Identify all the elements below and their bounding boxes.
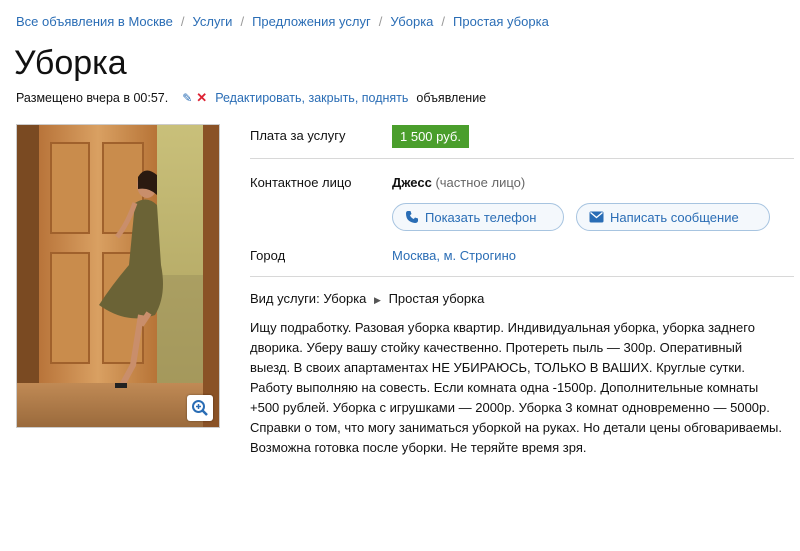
zoom-icon[interactable] <box>187 395 213 421</box>
breadcrumb: Все объявления в Москве / Услуги / Предложен… <box>16 14 549 29</box>
listing-photo[interactable] <box>16 124 220 428</box>
contact-person-name: Джесс <box>392 175 432 190</box>
divider <box>250 276 794 277</box>
contact-name: Джесс (частное лицо) <box>392 175 525 190</box>
city-link[interactable]: Москва, м. Строгино <box>392 248 516 263</box>
price-label: Плата за услугу <box>250 128 346 143</box>
listing-description: Ищу подработку. Разовая уборка квартир. … <box>250 320 782 455</box>
service-type: Вид услуги: Уборка ▶ Простая уборка <box>250 291 484 306</box>
phone-icon <box>406 211 418 223</box>
page-title: Уборка <box>14 44 127 82</box>
breadcrumb-item-simple-cleaning[interactable]: Простая уборка <box>453 14 549 29</box>
breadcrumb-item-services[interactable]: Услуги <box>192 14 232 29</box>
service-type-label: Вид услуги: <box>250 291 320 306</box>
price-badge: 1 500 руб. <box>392 125 469 148</box>
breadcrumb-item-cleaning[interactable]: Уборка <box>390 14 433 29</box>
actions-suffix: объявление <box>416 91 487 105</box>
posted-time: Размещено вчера в 00:57. <box>16 91 169 105</box>
posting-meta: Размещено вчера в 00:57. ✎ ✕ Редактирова… <box>16 90 486 106</box>
contact-label: Контактное лицо <box>250 175 352 190</box>
city-label: Город <box>250 248 286 263</box>
service-category[interactable]: Уборка <box>323 291 366 306</box>
arrow-right-icon: ▶ <box>374 295 381 305</box>
contact-type: (частное лицо) <box>435 175 526 190</box>
x-icon[interactable]: ✕ <box>196 90 207 106</box>
breadcrumb-item-all-ads[interactable]: Все объявления в Москве <box>16 14 173 29</box>
breadcrumb-item-service-offers[interactable]: Предложения услуг <box>252 14 371 29</box>
show-phone-label: Показать телефон <box>425 209 537 225</box>
write-message-label: Написать сообщение <box>610 209 739 225</box>
service-subcategory[interactable]: Простая уборка <box>389 291 485 306</box>
pencil-icon[interactable]: ✎ <box>182 91 192 105</box>
photo-image <box>17 125 219 427</box>
envelope-icon <box>589 211 604 223</box>
divider <box>250 158 794 159</box>
edit-close-raise-link[interactable]: Редактировать, закрыть, поднять <box>215 91 408 105</box>
show-phone-button[interactable]: Показать телефон <box>392 203 564 231</box>
write-message-button[interactable]: Написать сообщение <box>576 203 770 231</box>
